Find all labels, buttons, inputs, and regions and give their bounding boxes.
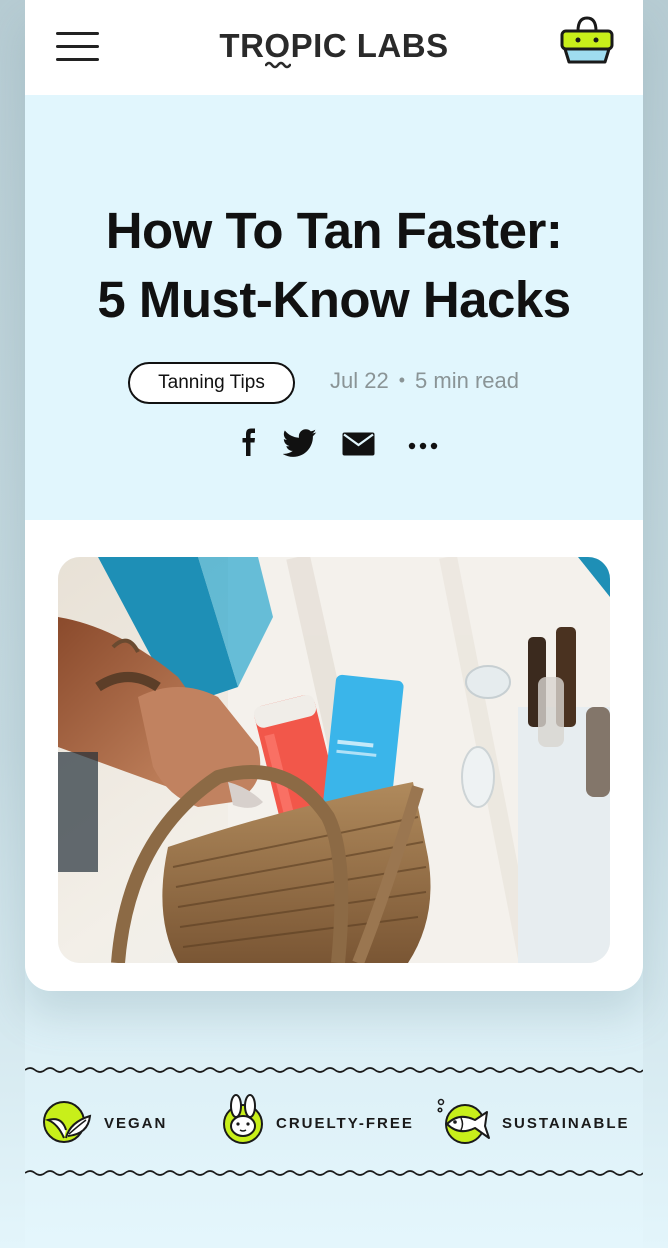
wavy-divider-bottom (25, 1170, 643, 1176)
email-icon[interactable] (342, 432, 375, 456)
category-tag[interactable]: Tanning Tips (128, 362, 295, 404)
more-options-icon[interactable] (408, 441, 438, 451)
badge-sustainable: SUSTAINABLE (435, 1094, 640, 1154)
bunny-icon (223, 1094, 263, 1144)
facebook-icon[interactable] (238, 428, 260, 458)
meta-separator: • (398, 370, 406, 390)
wavy-divider-top (25, 1067, 643, 1073)
page-background-right (643, 0, 668, 1248)
article-meta: Jul 22 • 5 min read (330, 368, 519, 394)
site-header: TROPIC LABS (25, 0, 643, 95)
badge-sustainable-label: SUSTAINABLE (502, 1115, 630, 1132)
hero-photo-basket-sunscreen (58, 557, 610, 963)
logo-wave-mark (265, 61, 291, 69)
fish-icon (437, 1098, 490, 1144)
badge-cruelty-free: CRUELTY-FREE (221, 1094, 421, 1154)
twitter-icon[interactable] (283, 428, 317, 458)
product-values-strip: VEGAN CRUELTY-FREE SUSTAINABLE (25, 1094, 643, 1154)
page-background-left (0, 0, 25, 1248)
badge-vegan: VEGAN (42, 1094, 172, 1154)
publish-date: Jul 22 (330, 368, 389, 393)
article-title-line-1: How To Tan Faster: (105, 202, 563, 259)
badge-cruelty-free-label: CRUELTY-FREE (276, 1115, 414, 1132)
article-title-line-2: 5 Must-Know Hacks (97, 271, 571, 328)
hero-photo-illustration (58, 557, 610, 963)
article-title: How To Tan Faster: 5 Must-Know Hacks (25, 196, 643, 334)
shopping-basket-icon[interactable] (559, 15, 615, 65)
leaf-icon (43, 1101, 92, 1143)
read-time: 5 min read (415, 368, 519, 393)
article-hero-card: TROPIC LABS How To Tan Faster: 5 Must-Kn… (25, 0, 643, 991)
brand-logo[interactable]: TROPIC LABS (25, 27, 643, 65)
badge-vegan-label: VEGAN (104, 1115, 168, 1132)
